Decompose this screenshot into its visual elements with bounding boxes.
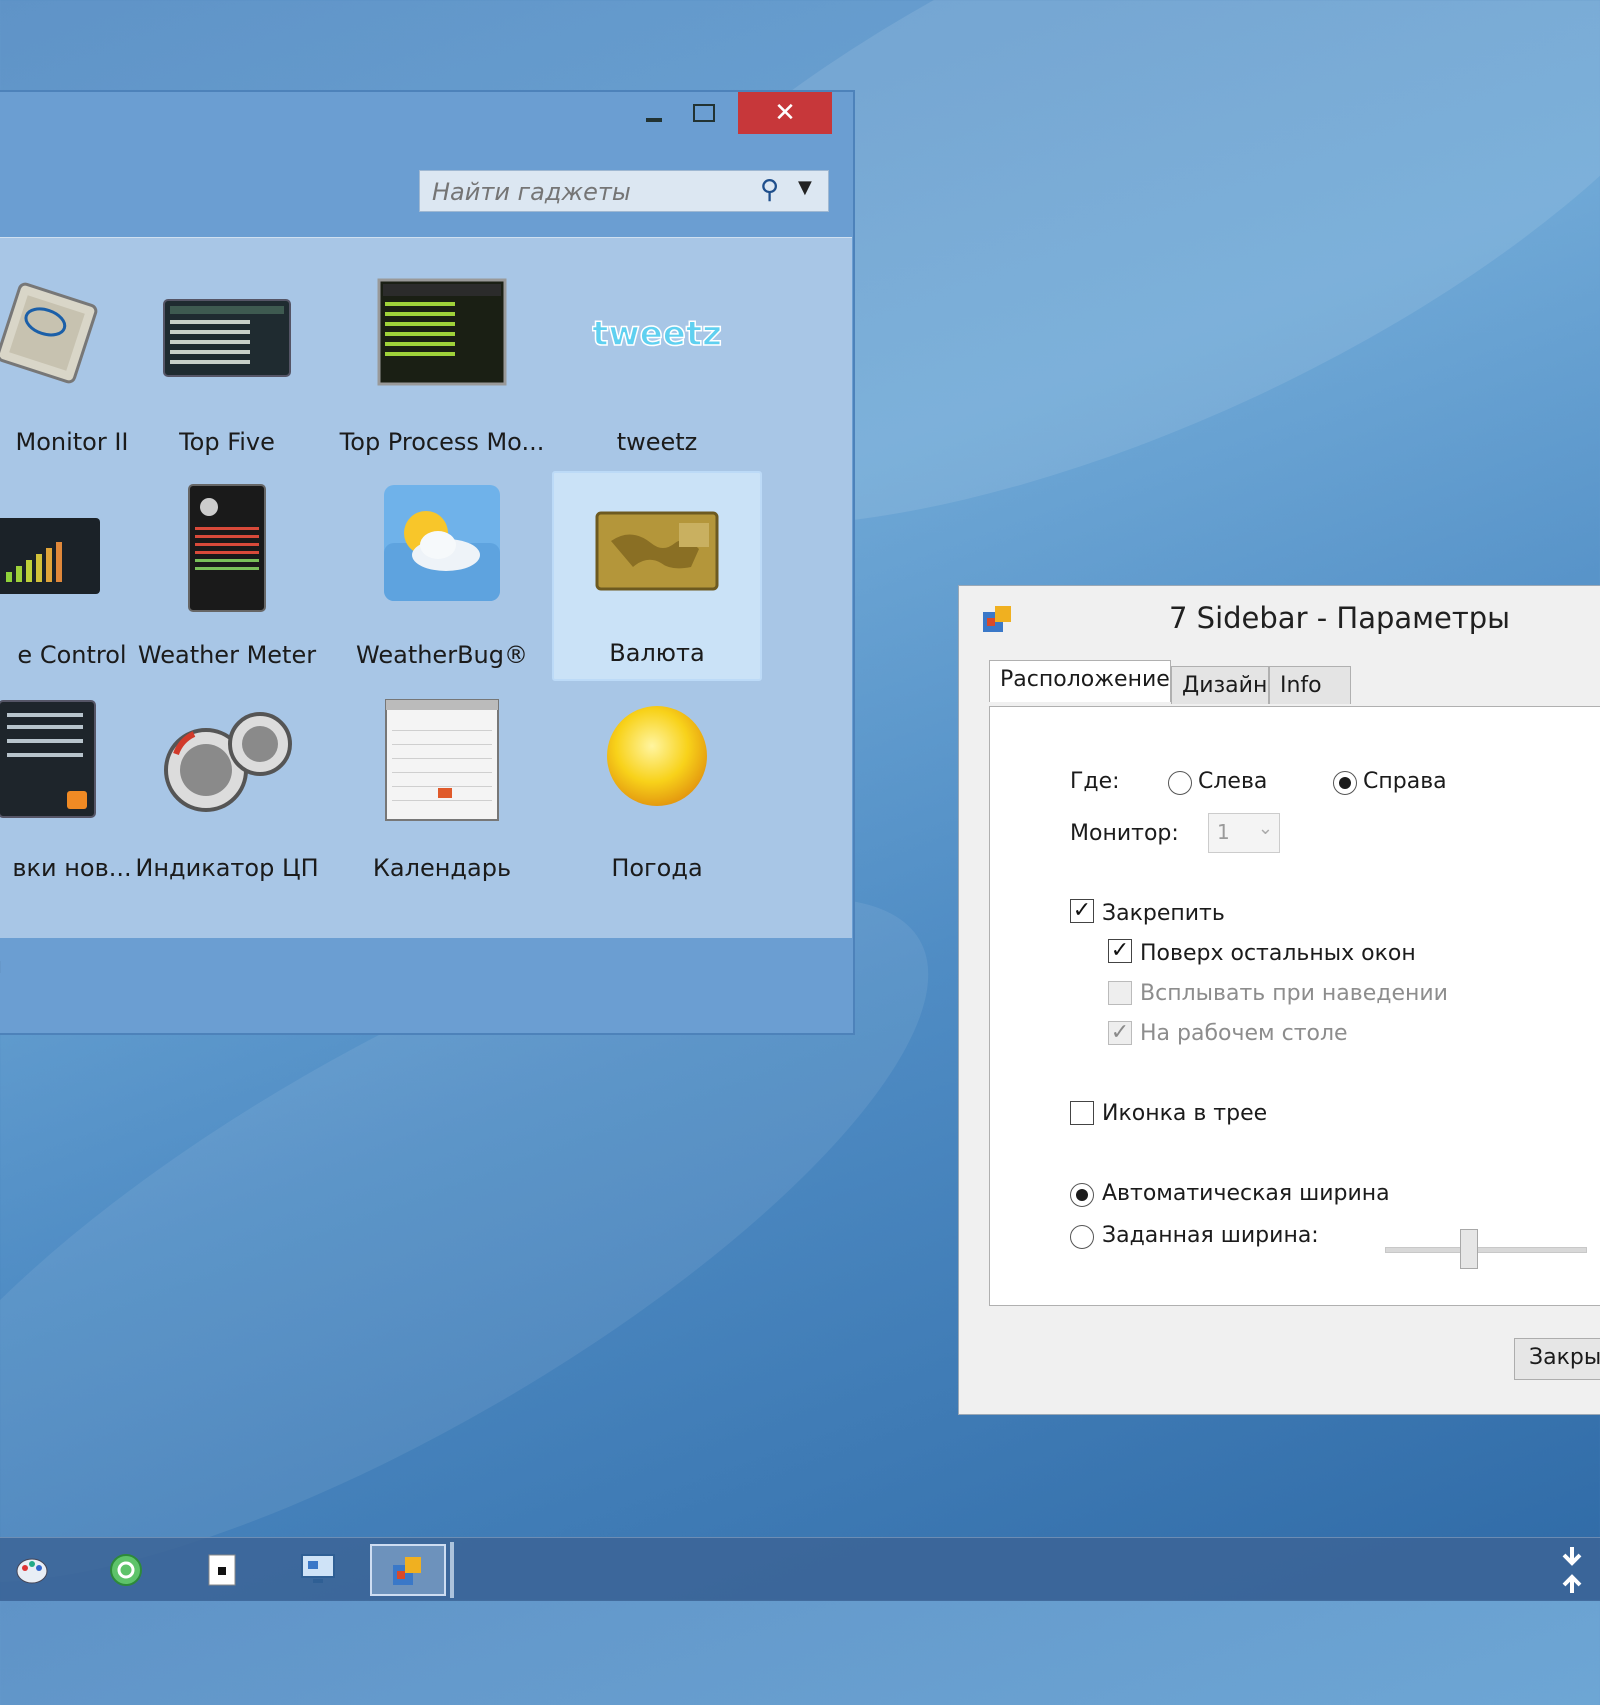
search-icon[interactable]: ⚲ <box>760 175 779 205</box>
taskbar-paint-app[interactable] <box>6 1544 58 1596</box>
sidebar-app-icon <box>983 606 1011 632</box>
monitor-icon <box>301 1554 335 1583</box>
gadget-tile[interactable]: Календарь <box>337 684 547 894</box>
cpu-chip-icon <box>0 282 98 384</box>
gadget-gallery-window: ✕ ⚲ ▼ Monitor II Top Five <box>0 90 855 1035</box>
popup-label: Всплывать при наведении <box>1140 981 1448 1006</box>
gallery-footer-text: ı <box>0 954 2 979</box>
document-icon <box>208 1554 236 1586</box>
maximize-button[interactable] <box>682 92 726 134</box>
gadget-label: Календарь <box>372 854 512 882</box>
calendar-icon <box>385 699 499 821</box>
currency-card-icon <box>595 511 719 591</box>
radio-left-label[interactable]: Слева <box>1198 769 1267 794</box>
svg-text:tweetz: tweetz <box>592 314 722 354</box>
gadget-tile-selected[interactable]: Валюта <box>552 471 762 681</box>
gadget-grid: Monitor II Top Five Top Process Mo... tw… <box>0 237 852 938</box>
radio-fixed-width[interactable] <box>1070 1225 1094 1249</box>
minimize-button[interactable] <box>632 92 676 134</box>
popup-checkbox <box>1108 981 1132 1005</box>
tab-panel-location: Где: Слева Справа Монитор: 1 ⌄ ✓ Закрепи… <box>989 706 1600 1306</box>
news-feed-icon <box>0 700 96 818</box>
gadget-tile[interactable]: WeatherBug® <box>337 471 547 681</box>
close-icon: ✕ <box>774 98 796 128</box>
tab-location[interactable]: Расположение <box>989 660 1171 702</box>
gadget-tile[interactable]: Weather Meter <box>122 471 332 681</box>
monitor-select[interactable]: 1 ⌄ <box>1208 813 1280 853</box>
minimize-icon <box>646 118 662 122</box>
desktop-checkbox: ✓ <box>1108 1021 1132 1045</box>
ontop-checkbox[interactable]: ✓ <box>1108 939 1132 963</box>
close-dialog-button[interactable]: Закры <box>1514 1338 1600 1380</box>
palette-icon <box>16 1558 48 1584</box>
top-five-panel-icon <box>163 299 291 377</box>
monitor-label: Монитор: <box>1070 821 1179 846</box>
taskbar-separator <box>450 1542 454 1598</box>
taskbar-blank-app[interactable] <box>196 1544 248 1596</box>
gadget-tile[interactable]: tweetz tweetz <box>552 258 762 468</box>
dialog-title: 7 Sidebar - Параметры <box>1169 601 1511 635</box>
pin-label[interactable]: Закрепить <box>1102 901 1225 926</box>
gadget-tile[interactable]: Индикатор ЦП <box>122 684 332 894</box>
refresh-circle-icon <box>110 1554 142 1586</box>
gadget-label: Индикатор ЦП <box>135 854 319 882</box>
taskbar-remote-desktop[interactable] <box>292 1544 344 1596</box>
tray-checkbox[interactable] <box>1070 1101 1094 1125</box>
radio-left[interactable] <box>1168 771 1192 795</box>
gadget-label: tweetz <box>616 428 698 456</box>
cpu-gauge-icon <box>164 712 292 812</box>
gadget-tile[interactable]: Погода <box>552 684 762 894</box>
taskbar-7-sidebar[interactable] <box>370 1544 446 1596</box>
weather-cloud-sun-icon <box>384 485 500 601</box>
search-input[interactable] <box>430 177 754 207</box>
settings-dialog: 7 Sidebar - Параметры Расположение Дизай… <box>958 585 1600 1415</box>
gadget-label: WeatherBug® <box>356 641 528 669</box>
width-slider-thumb[interactable] <box>1460 1229 1478 1269</box>
where-label: Где: <box>1070 769 1120 794</box>
tab-design[interactable]: Дизайн <box>1171 666 1269 704</box>
gadget-label: Валюта <box>609 639 705 667</box>
auto-width-label[interactable]: Автоматическая ширина <box>1102 1181 1390 1206</box>
sun-icon <box>607 706 707 806</box>
gadget-label: Top Five <box>179 428 275 456</box>
width-slider-track[interactable] <box>1385 1247 1587 1253</box>
top-process-monitor-icon <box>377 278 507 386</box>
gadget-label: Погода <box>611 854 703 882</box>
chevron-down-icon[interactable]: ▼ <box>798 177 812 198</box>
taskbar <box>0 1537 1600 1601</box>
radio-auto-width[interactable] <box>1070 1183 1094 1207</box>
up-down-arrows-icon <box>1562 1547 1582 1593</box>
maximize-icon <box>693 104 715 122</box>
weather-meter-icon <box>188 484 266 612</box>
show-desktop-button[interactable] <box>1546 1544 1598 1596</box>
pin-checkbox[interactable]: ✓ <box>1070 899 1094 923</box>
sidebar-app-icon <box>393 1557 421 1585</box>
monitor-value: 1 <box>1217 820 1230 844</box>
gadget-tile[interactable]: Top Process Mo... <box>337 258 547 468</box>
volume-bars-icon <box>0 518 100 594</box>
taskbar-green-app[interactable] <box>100 1544 152 1596</box>
tab-info[interactable]: Info <box>1269 666 1351 704</box>
gadget-label: Weather Meter <box>137 641 317 669</box>
search-box[interactable]: ⚲ ▼ <box>419 170 829 212</box>
desktop-label: На рабочем столе <box>1140 1021 1348 1046</box>
close-button[interactable]: ✕ <box>738 92 832 134</box>
tweetz-logo-icon: tweetz <box>592 313 722 355</box>
ontop-label[interactable]: Поверх остальных окон <box>1140 941 1416 966</box>
tray-label[interactable]: Иконка в трее <box>1102 1101 1267 1126</box>
radio-right[interactable] <box>1333 771 1357 795</box>
gadget-tile[interactable]: Top Five <box>122 258 332 468</box>
gadget-label: Top Process Mo... <box>339 428 545 456</box>
chevron-down-icon: ⌄ <box>1257 818 1273 839</box>
radio-right-label[interactable]: Справа <box>1363 769 1447 794</box>
fixed-width-label[interactable]: Заданная ширина: <box>1102 1223 1319 1248</box>
